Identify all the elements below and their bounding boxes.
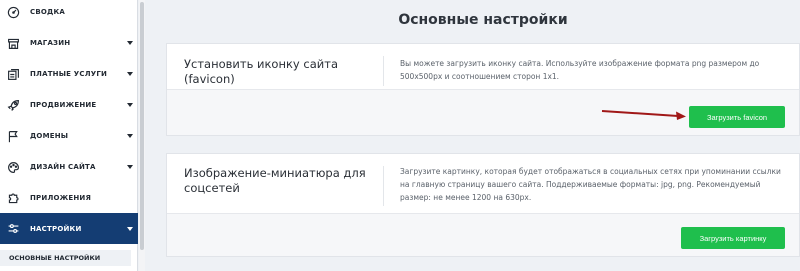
card-title: Изображение-миниатюра для соцсетей bbox=[184, 166, 366, 196]
sidebar-item-site-design[interactable]: ДИЗАЙН САЙТА bbox=[0, 153, 138, 181]
paid-services-icon bbox=[6, 67, 20, 81]
sidebar-item-label: НАСТРОЙКИ bbox=[30, 224, 82, 233]
sidebar-item-label: ДОМЕНЫ bbox=[30, 132, 69, 140]
annotation-arrow-icon bbox=[601, 110, 686, 120]
page-title: Основные настройки bbox=[398, 12, 568, 28]
sidebar-item-apps[interactable]: ПРИЛОЖЕНИЯ bbox=[0, 184, 138, 212]
card-divider bbox=[383, 166, 384, 206]
scrollbar-thumb[interactable] bbox=[140, 2, 144, 250]
sidebar-subitem-basic-settings[interactable]: ОСНОВНЫЕ НАСТРОЙКИ bbox=[0, 250, 131, 266]
card-title-line: Изображение-миниатюра для bbox=[184, 166, 366, 180]
social-thumbnail-card: Изображение-миниатюра для соцсетей Загру… bbox=[166, 153, 800, 257]
description-line: Загрузите картинку, которая будет отобра… bbox=[400, 167, 781, 176]
card-description: Загрузите картинку, которая будет отобра… bbox=[400, 165, 781, 204]
sidebar: СВОДКА МАГАЗИН ПЛАТНЫЕ УСЛУГИ ПРОДВИЖЕНИ… bbox=[0, 0, 138, 271]
description-line: на главную страницу вашего сайта. Поддер… bbox=[400, 180, 761, 189]
sidebar-item-label: МАГАЗИН bbox=[30, 39, 71, 47]
sidebar-item-domains[interactable]: ДОМЕНЫ bbox=[0, 122, 138, 150]
card-divider bbox=[383, 56, 384, 86]
card-title-line: соцсетей bbox=[184, 181, 240, 195]
sidebar-scrollbar[interactable] bbox=[139, 0, 145, 271]
chevron-down-icon[interactable] bbox=[127, 103, 133, 107]
sidebar-item-label: ДИЗАЙН САЙТА bbox=[30, 163, 96, 171]
card-title: Установить иконку сайта (favicon) bbox=[184, 57, 338, 87]
description-line: Вы можете загрузить иконку сайта. Исполь… bbox=[400, 59, 760, 68]
rocket-icon bbox=[6, 98, 20, 112]
sidebar-item-promotion[interactable]: ПРОДВИЖЕНИЕ bbox=[0, 91, 138, 119]
sidebar-item-label: ПРИЛОЖЕНИЯ bbox=[30, 194, 92, 202]
card-description: Вы можете загрузить иконку сайта. Исполь… bbox=[400, 57, 759, 83]
upload-favicon-button[interactable]: Загрузить favicon bbox=[689, 106, 785, 128]
card-title-line: Установить иконку сайта bbox=[184, 57, 338, 71]
card-title-line: (favicon) bbox=[184, 72, 235, 86]
chevron-down-icon[interactable] bbox=[127, 41, 133, 45]
sidebar-item-shop[interactable]: МАГАЗИН bbox=[0, 29, 138, 57]
chevron-down-icon[interactable] bbox=[127, 134, 133, 138]
upload-image-button[interactable]: Загрузить картинку bbox=[681, 227, 785, 249]
sidebar-item-label: ПЛАТНЫЕ УСЛУГИ bbox=[30, 70, 108, 78]
sidebar-item-settings[interactable]: НАСТРОЙКИ bbox=[0, 213, 138, 244]
sidebar-item-paid-services[interactable]: ПЛАТНЫЕ УСЛУГИ bbox=[0, 60, 138, 88]
flag-icon bbox=[6, 129, 20, 143]
description-line: 500x500px и соотношением сторон 1x1. bbox=[400, 72, 560, 81]
chevron-down-icon[interactable] bbox=[127, 227, 133, 231]
chevron-down-icon[interactable] bbox=[127, 165, 133, 169]
palette-icon bbox=[6, 160, 20, 174]
sidebar-item-label: СВОДКА bbox=[30, 8, 65, 16]
sliders-icon bbox=[6, 222, 20, 236]
favicon-settings-card: Установить иконку сайта (favicon) Вы мож… bbox=[166, 43, 800, 136]
sidebar-item-dashboard[interactable]: СВОДКА bbox=[0, 0, 138, 26]
card-header: Установить иконку сайта (favicon) Вы мож… bbox=[167, 44, 799, 90]
description-line: размер: не менее 1200 на 630px. bbox=[400, 193, 532, 202]
shop-icon bbox=[6, 36, 20, 50]
card-header: Изображение-миниатюра для соцсетей Загру… bbox=[167, 154, 799, 214]
chevron-down-icon[interactable] bbox=[127, 72, 133, 76]
gauge-icon bbox=[6, 5, 20, 19]
sidebar-item-label: ПРОДВИЖЕНИЕ bbox=[30, 101, 97, 109]
puzzle-icon bbox=[6, 191, 20, 205]
